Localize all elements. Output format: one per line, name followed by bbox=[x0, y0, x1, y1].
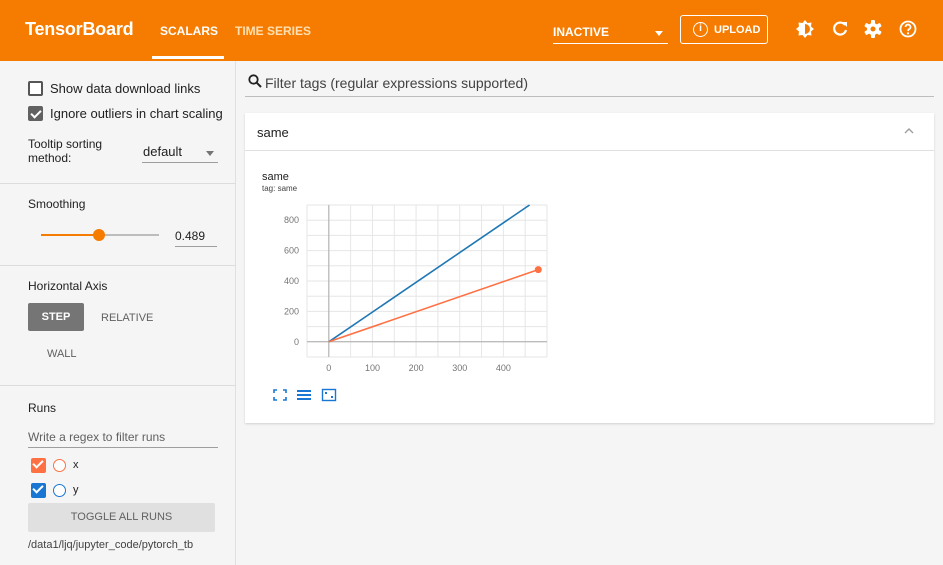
x-tick-label: 300 bbox=[452, 363, 467, 373]
series-line-y bbox=[328, 204, 530, 343]
tag-group-title: same bbox=[257, 125, 289, 140]
sidebar: Show data download links Ignore outliers… bbox=[0, 61, 236, 565]
help-icon[interactable] bbox=[898, 19, 918, 39]
fullscreen-icon[interactable] bbox=[272, 388, 288, 402]
tag-group-header[interactable]: same bbox=[245, 113, 934, 151]
ignore-outliers-label: Ignore outliers in chart scaling bbox=[50, 106, 223, 121]
ignore-outliers-checkbox[interactable]: Ignore outliers in chart scaling bbox=[28, 105, 228, 123]
reload-icon[interactable] bbox=[830, 19, 850, 39]
x-tick-label: 400 bbox=[496, 363, 511, 373]
chart-title: same bbox=[262, 171, 289, 183]
smoothing-label: Smoothing bbox=[28, 197, 86, 211]
chevron-down-icon bbox=[206, 151, 214, 156]
show-download-links-checkbox[interactable]: Show data download links bbox=[28, 80, 218, 98]
y-tick-label: 200 bbox=[284, 306, 299, 316]
chevron-down-icon bbox=[655, 31, 663, 36]
chevron-up-icon[interactable] bbox=[904, 127, 914, 134]
y-tick-label: 0 bbox=[294, 337, 299, 347]
tag-filter-input[interactable]: Filter tags (regular expressions support… bbox=[245, 69, 934, 97]
x-tick-label: 200 bbox=[409, 363, 424, 373]
smoothing-slider-fill bbox=[41, 234, 99, 236]
y-tick-label: 800 bbox=[284, 215, 299, 225]
axis-wall-button[interactable]: WALL bbox=[47, 348, 77, 360]
run-color-icon[interactable] bbox=[53, 459, 66, 472]
tab-scalars[interactable]: SCALARS bbox=[160, 24, 218, 38]
run-color-icon[interactable] bbox=[53, 484, 66, 497]
run-checkbox-x[interactable] bbox=[31, 458, 46, 473]
run-name-x: x bbox=[73, 459, 79, 471]
axis-step-button[interactable]: STEP bbox=[28, 303, 84, 331]
axis-relative-button[interactable]: RELATIVE bbox=[101, 312, 153, 324]
toggle-all-runs-button[interactable]: TOGGLE ALL RUNS bbox=[28, 503, 215, 532]
smoothing-slider-thumb[interactable] bbox=[93, 229, 105, 241]
series-end-marker-x bbox=[534, 266, 542, 274]
run-item-y[interactable]: y bbox=[31, 483, 91, 499]
search-icon bbox=[248, 74, 262, 88]
brand-title[interactable]: TensorBoard bbox=[25, 19, 134, 40]
upload-label: UPLOAD bbox=[714, 24, 761, 36]
x-tick-label: 100 bbox=[365, 363, 380, 373]
checkbox-checked[interactable] bbox=[28, 106, 43, 121]
checkbox-unchecked[interactable] bbox=[28, 81, 43, 96]
tooltip-sort-label-line1: Tooltip sorting bbox=[28, 137, 103, 151]
tag-filter-placeholder: Filter tags (regular expressions support… bbox=[265, 75, 529, 91]
x-tick-label: 0 bbox=[326, 363, 331, 373]
smoothing-value: 0.489 bbox=[175, 229, 206, 243]
show-download-links-label: Show data download links bbox=[50, 81, 201, 96]
tag-group-card: same same tag: same 0 200 400 600 800 0 100 200… bbox=[245, 113, 934, 423]
run-name-y: y bbox=[73, 484, 79, 496]
active-tab-indicator bbox=[152, 56, 224, 59]
top-app-bar: TensorBoard SCALARS TIME SERIES INACTIVE… bbox=[0, 0, 943, 61]
run-state-select[interactable]: INACTIVE bbox=[553, 20, 668, 44]
runs-filter-placeholder: Write a regex to filter runs bbox=[28, 430, 166, 444]
theme-toggle-icon[interactable] bbox=[795, 19, 815, 39]
chart-tag: tag: same bbox=[262, 184, 298, 193]
series-line-x bbox=[328, 268, 539, 343]
tooltip-sort-select[interactable]: default bbox=[142, 141, 218, 163]
horizontal-axis-label: Horizontal Axis bbox=[28, 279, 108, 293]
info-icon: i bbox=[693, 22, 708, 37]
smoothing-value-input[interactable]: 0.489 bbox=[175, 227, 217, 247]
settings-icon[interactable] bbox=[863, 19, 883, 39]
tooltip-sort-value: default bbox=[143, 144, 183, 159]
run-item-x[interactable]: x bbox=[31, 458, 91, 474]
runs-filter-input[interactable]: Write a regex to filter runs bbox=[28, 426, 218, 448]
fit-domain-icon[interactable] bbox=[321, 388, 337, 402]
tooltip-sort-label-line2: method: bbox=[28, 151, 72, 165]
run-state-value: INACTIVE bbox=[553, 25, 610, 39]
tab-time-series[interactable]: TIME SERIES bbox=[235, 24, 311, 38]
toggle-log-scale-icon[interactable] bbox=[296, 388, 312, 402]
y-tick-label: 600 bbox=[284, 246, 299, 256]
tooltip-sort-label: Tooltip sorting method: bbox=[28, 137, 102, 165]
upload-button[interactable]: i UPLOAD bbox=[680, 15, 768, 44]
runs-label: Runs bbox=[28, 401, 57, 415]
log-directory: /data1/ljq/jupyter_code/pytorch_tb bbox=[28, 539, 194, 551]
scalar-chart[interactable]: 0 200 400 600 800 0 100 200 300 400 bbox=[267, 198, 557, 383]
run-checkbox-y[interactable] bbox=[31, 483, 46, 498]
y-tick-label: 400 bbox=[284, 276, 299, 286]
